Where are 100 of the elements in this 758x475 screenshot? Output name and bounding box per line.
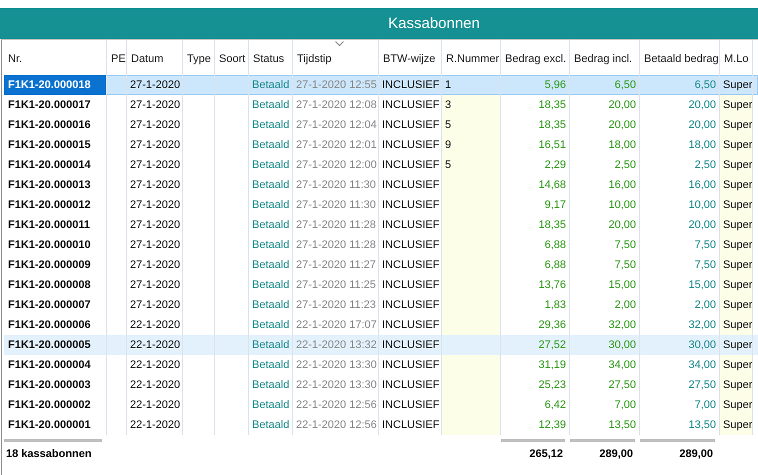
date-cell: 27-1-2020 [127,75,183,95]
status-cell: Betaald [249,155,293,175]
table-row[interactable]: F1K1-20.000001 22-1-2020 Betaald 22-1-2020 12:56 INCLUSIEF 12,39 13,50 13,50 Super [4,415,758,435]
receipt-number-cell: F1K1-20.000007 [4,295,107,315]
log-cell: Super [720,375,753,395]
date-cell: 27-1-2020 [127,295,183,315]
log-cell: Super [720,395,753,415]
amount-cell: 30,00 [570,335,640,355]
log-cell: Super [720,115,753,135]
amount-cell: 30,00 [640,335,720,355]
log-cell: Super [720,135,753,155]
table-row[interactable]: F1K1-20.000009 27-1-2020 Betaald 27-1-2020 11:27 INCLUSIEF 6,88 7,50 7,50 Super [4,255,758,275]
log-cell: Super [720,275,753,295]
table-row[interactable]: F1K1-20.000017 27-1-2020 Betaald 27-1-2020 12:08 INCLUSIEF 3 18,35 20,00 20,00 Super [4,95,758,115]
amount-cell: 27,50 [570,375,640,395]
amount-cell: 6,42 [501,395,570,415]
amount-cell: 9,17 [501,195,570,215]
table-row[interactable]: F1K1-20.000018 27-1-2020 Betaald 27-1-2020 12:55 INCLUSIEF 1 5,96 6,50 6,50 Super [4,75,758,95]
table-row[interactable]: F1K1-20.000007 27-1-2020 Betaald 27-1-2020 11:23 INCLUSIEF 1,83 2,00 2,00 Super [4,295,758,315]
status-cell: Betaald [249,135,293,155]
timestamp-cell: 22-1-2020 12:56 [293,415,379,435]
receipt-number-cell: F1K1-20.000017 [4,95,107,115]
timestamp-cell: 27-1-2020 11:25 [293,275,379,295]
amount-cell: 34,00 [570,355,640,375]
receipt-number-cell: F1K1-20.000004 [4,355,107,375]
amount-cell: 25,23 [501,375,570,395]
table-row[interactable]: F1K1-20.000002 22-1-2020 Betaald 22-1-2020 12:56 INCLUSIEF 6,42 7,00 7,00 Super [4,395,758,415]
log-cell: Super [720,295,753,315]
timestamp-cell: 27-1-2020 12:00 [293,155,379,175]
date-cell: 27-1-2020 [127,95,183,115]
log-cell: Super [720,415,753,435]
amount-cell: 31,19 [501,355,570,375]
table-row[interactable]: F1K1-20.000008 27-1-2020 Betaald 27-1-2020 11:25 INCLUSIEF 13,76 15,00 15,00 Super [4,275,758,295]
timestamp-cell: 27-1-2020 12:01 [293,135,379,155]
window-title: Kassabonnen [388,15,480,32]
amount-cell: 15,00 [570,275,640,295]
amount-cell: 13,50 [570,415,640,435]
amount-cell: 13,76 [501,275,570,295]
table-row[interactable]: F1K1-20.000010 27-1-2020 Betaald 27-1-2020 11:28 INCLUSIEF 6,88 7,50 7,50 Super [4,235,758,255]
receipt-number-cell: F1K1-20.000012 [4,195,107,215]
register-number-cell: 5 [442,115,501,135]
amount-cell: 18,35 [501,215,570,235]
table-row[interactable]: F1K1-20.000003 22-1-2020 Betaald 22-1-2020 13:30 INCLUSIEF 25,23 27,50 27,50 Super [4,375,758,395]
status-cell: Betaald [249,195,293,215]
amount-cell: 7,50 [570,255,640,275]
date-cell: 27-1-2020 [127,155,183,175]
status-cell: Betaald [249,415,293,435]
log-cell: Super [720,95,753,115]
receipt-number-cell: F1K1-20.000002 [4,395,107,415]
receipt-number-cell: F1K1-20.000010 [4,235,107,255]
table-row[interactable]: F1K1-20.000005 22-1-2020 Betaald 22-1-2020 13:32 INCLUSIEF 27,52 30,00 30,00 Super [4,335,758,355]
amount-cell: 18,35 [501,115,570,135]
timestamp-cell: 27-1-2020 12:55 [293,75,379,95]
amount-cell: 18,00 [570,135,640,155]
status-cell: Betaald [249,175,293,195]
table-row[interactable]: F1K1-20.000012 27-1-2020 Betaald 27-1-2020 11:30 INCLUSIEF 9,17 10,00 10,00 Super [4,195,758,215]
receipt-number-cell: F1K1-20.000013 [4,175,107,195]
table-row[interactable]: F1K1-20.000004 22-1-2020 Betaald 22-1-2020 13:30 INCLUSIEF 31,19 34,00 34,00 Super [4,355,758,375]
amount-cell: 12,39 [501,415,570,435]
table-row[interactable]: F1K1-20.000011 27-1-2020 Betaald 27-1-2020 11:28 INCLUSIEF 18,35 20,00 20,00 Super [4,215,758,235]
status-cell: Betaald [249,335,293,355]
table-row[interactable]: F1K1-20.000014 27-1-2020 Betaald 27-1-2020 12:00 INCLUSIEF 5 2,29 2,50 2,50 Super [4,155,758,175]
date-cell: 27-1-2020 [127,175,183,195]
date-cell: 22-1-2020 [127,335,183,355]
status-cell: Betaald [249,215,293,235]
total-amount: 289,00 [599,448,633,460]
log-cell: Super [720,195,753,215]
status-cell: Betaald [249,95,293,115]
timestamp-cell: 27-1-2020 11:28 [293,235,379,255]
amount-cell: 6,88 [501,235,570,255]
amount-cell: 2,00 [570,295,640,315]
date-cell: 22-1-2020 [127,415,183,435]
status-cell: Betaald [249,375,293,395]
receipt-number-cell: F1K1-20.000001 [4,415,107,435]
register-number-cell: 9 [442,135,501,155]
status-cell: Betaald [249,75,293,95]
amount-cell: 6,88 [501,255,570,275]
timestamp-cell: 27-1-2020 11:30 [293,195,379,215]
amount-cell: 7,00 [570,395,640,415]
amount-cell: 1,83 [501,295,570,315]
table-row[interactable]: F1K1-20.000016 27-1-2020 Betaald 27-1-2020 12:04 INCLUSIEF 5 18,35 20,00 20,00 Super [4,115,758,135]
receipt-number-cell: F1K1-20.000005 [4,335,107,355]
amount-cell: 20,00 [570,115,640,135]
table-row[interactable]: F1K1-20.000013 27-1-2020 Betaald 27-1-2020 11:30 INCLUSIEF 14,68 16,00 16,00 Super [4,175,758,195]
receipt-number-cell: F1K1-20.000016 [4,115,107,135]
amount-cell: 10,00 [570,195,640,215]
amount-cell: 16,51 [501,135,570,155]
log-cell: Super [720,255,753,275]
receipt-number-cell: F1K1-20.000018 [4,75,107,95]
table-row[interactable]: F1K1-20.000015 27-1-2020 Betaald 27-1-2020 12:01 INCLUSIEF 9 16,51 18,00 18,00 Super [4,135,758,155]
timestamp-cell: 22-1-2020 13:30 [293,375,379,395]
log-cell: Super [720,215,753,235]
date-cell: 27-1-2020 [127,215,183,235]
receipt-number-cell: F1K1-20.000014 [4,155,107,175]
timestamp-cell: 22-1-2020 12:56 [293,395,379,415]
amount-cell: 16,00 [570,175,640,195]
date-cell: 27-1-2020 [127,195,183,215]
timestamp-cell: 27-1-2020 12:08 [293,95,379,115]
date-cell: 27-1-2020 [127,115,183,135]
date-cell: 27-1-2020 [127,135,183,155]
